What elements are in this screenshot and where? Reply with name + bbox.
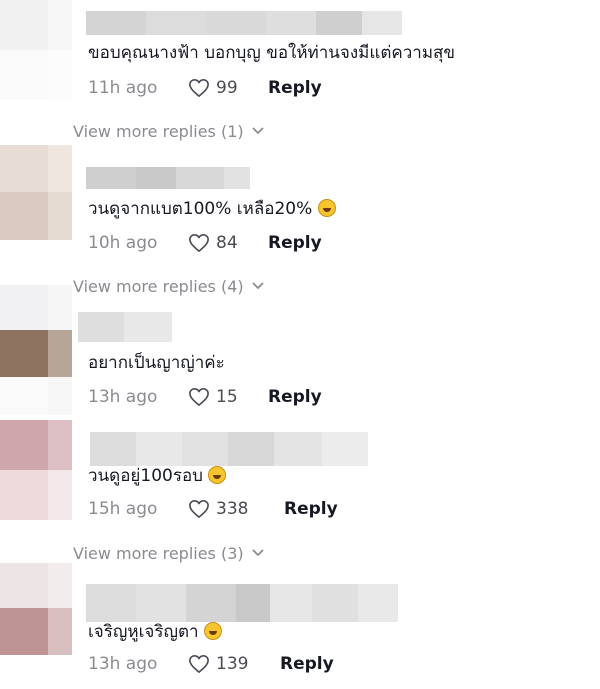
grin-emoji-icon — [203, 622, 222, 640]
avatar[interactable] — [0, 563, 72, 663]
comment-text-content: ขอบคุณนางฟ้า บอกบุญ ขอให้ท่านจงมีแต่ความ… — [88, 43, 456, 63]
comment-text: เจริญหูเจริญตา — [88, 621, 222, 643]
like-count: 99 — [216, 78, 238, 98]
comment-time: 11h ago — [88, 78, 158, 98]
username-blurred[interactable] — [78, 312, 172, 342]
username-blurred[interactable] — [86, 584, 398, 622]
avatar[interactable] — [0, 285, 72, 415]
like-button[interactable]: 338 — [188, 499, 284, 519]
comment-time: 10h ago — [88, 233, 158, 253]
like-button[interactable]: 15 — [188, 387, 268, 407]
comment-meta: 13h ago 15 Reply — [88, 385, 322, 409]
chevron-down-icon — [252, 549, 264, 557]
joy-emoji-icon — [208, 466, 227, 484]
comment-meta: 10h ago 84 Reply — [88, 231, 322, 255]
username-blurred[interactable] — [90, 432, 368, 466]
reply-button[interactable]: Reply — [268, 78, 322, 98]
comment-text: วนดูอยู่100รอบ — [88, 465, 227, 487]
chevron-down-icon — [252, 282, 264, 290]
comment-text-content: เจริญหูเจริญตา — [88, 622, 199, 642]
username-blurred[interactable] — [86, 11, 402, 35]
like-count: 338 — [216, 499, 249, 519]
heart-icon — [189, 388, 209, 406]
comment-meta: 15h ago 338 Reply — [88, 497, 338, 521]
like-count: 139 — [216, 654, 249, 674]
view-more-label: View more replies (3) — [73, 543, 244, 563]
username-blurred[interactable] — [86, 167, 250, 189]
comment-text-content: อยากเป็นญาญ่าค่ะ — [88, 353, 225, 373]
view-more-replies[interactable]: View more replies (1) — [73, 120, 264, 142]
heart-icon — [189, 234, 209, 252]
view-more-label: View more replies (1) — [73, 121, 244, 141]
comment-time: 13h ago — [88, 654, 158, 674]
comment-meta: 13h ago 139 Reply — [88, 652, 334, 676]
comment-meta: 11h ago 99 Reply — [88, 76, 322, 100]
comment-text: วนดูจากแบต100% เหลือ20% — [88, 198, 336, 220]
reply-button[interactable]: Reply — [268, 233, 322, 253]
joy-emoji-icon — [317, 199, 336, 217]
heart-icon — [189, 79, 209, 97]
heart-icon — [189, 655, 209, 673]
comment-text-content: วนดูอยู่100รอบ — [88, 466, 203, 486]
comment-text-content: วนดูจากแบต100% เหลือ20% — [88, 199, 313, 219]
comment-time: 15h ago — [88, 499, 158, 519]
like-count: 15 — [216, 387, 238, 407]
reply-button[interactable]: Reply — [284, 499, 338, 519]
avatar[interactable] — [0, 420, 72, 520]
comment-text: อยากเป็นญาญ่าค่ะ — [88, 352, 225, 374]
like-button[interactable]: 84 — [188, 233, 268, 253]
comment-text: ขอบคุณนางฟ้า บอกบุญ ขอให้ท่านจงมีแต่ความ… — [88, 42, 455, 64]
like-button[interactable]: 99 — [188, 78, 268, 98]
reply-button[interactable]: Reply — [280, 654, 334, 674]
like-button[interactable]: 139 — [188, 654, 280, 674]
avatar[interactable] — [0, 0, 72, 100]
reply-button[interactable]: Reply — [268, 387, 322, 407]
avatar[interactable] — [0, 145, 72, 240]
view-more-replies[interactable]: View more replies (4) — [73, 275, 264, 297]
heart-icon — [189, 500, 209, 518]
like-count: 84 — [216, 233, 238, 253]
comment-time: 13h ago — [88, 387, 158, 407]
view-more-label: View more replies (4) — [73, 276, 244, 296]
chevron-down-icon — [252, 127, 264, 135]
view-more-replies[interactable]: View more replies (3) — [73, 542, 264, 564]
